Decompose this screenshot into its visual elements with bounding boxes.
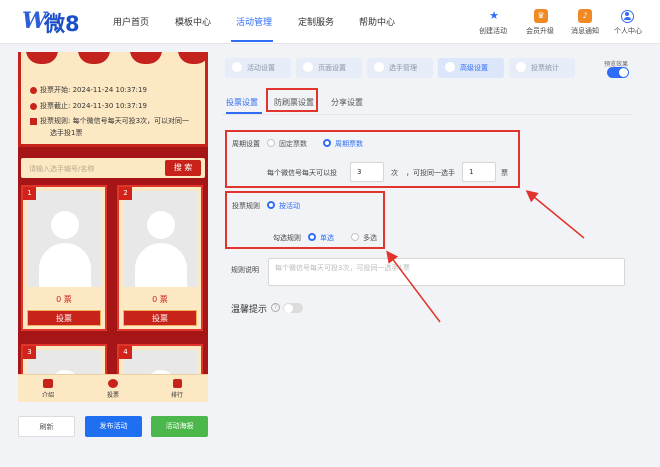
annotation-arrows [386,190,585,323]
arrow-to-vote-rule-box [386,250,441,323]
arrow-to-cycle-box [525,190,585,239]
